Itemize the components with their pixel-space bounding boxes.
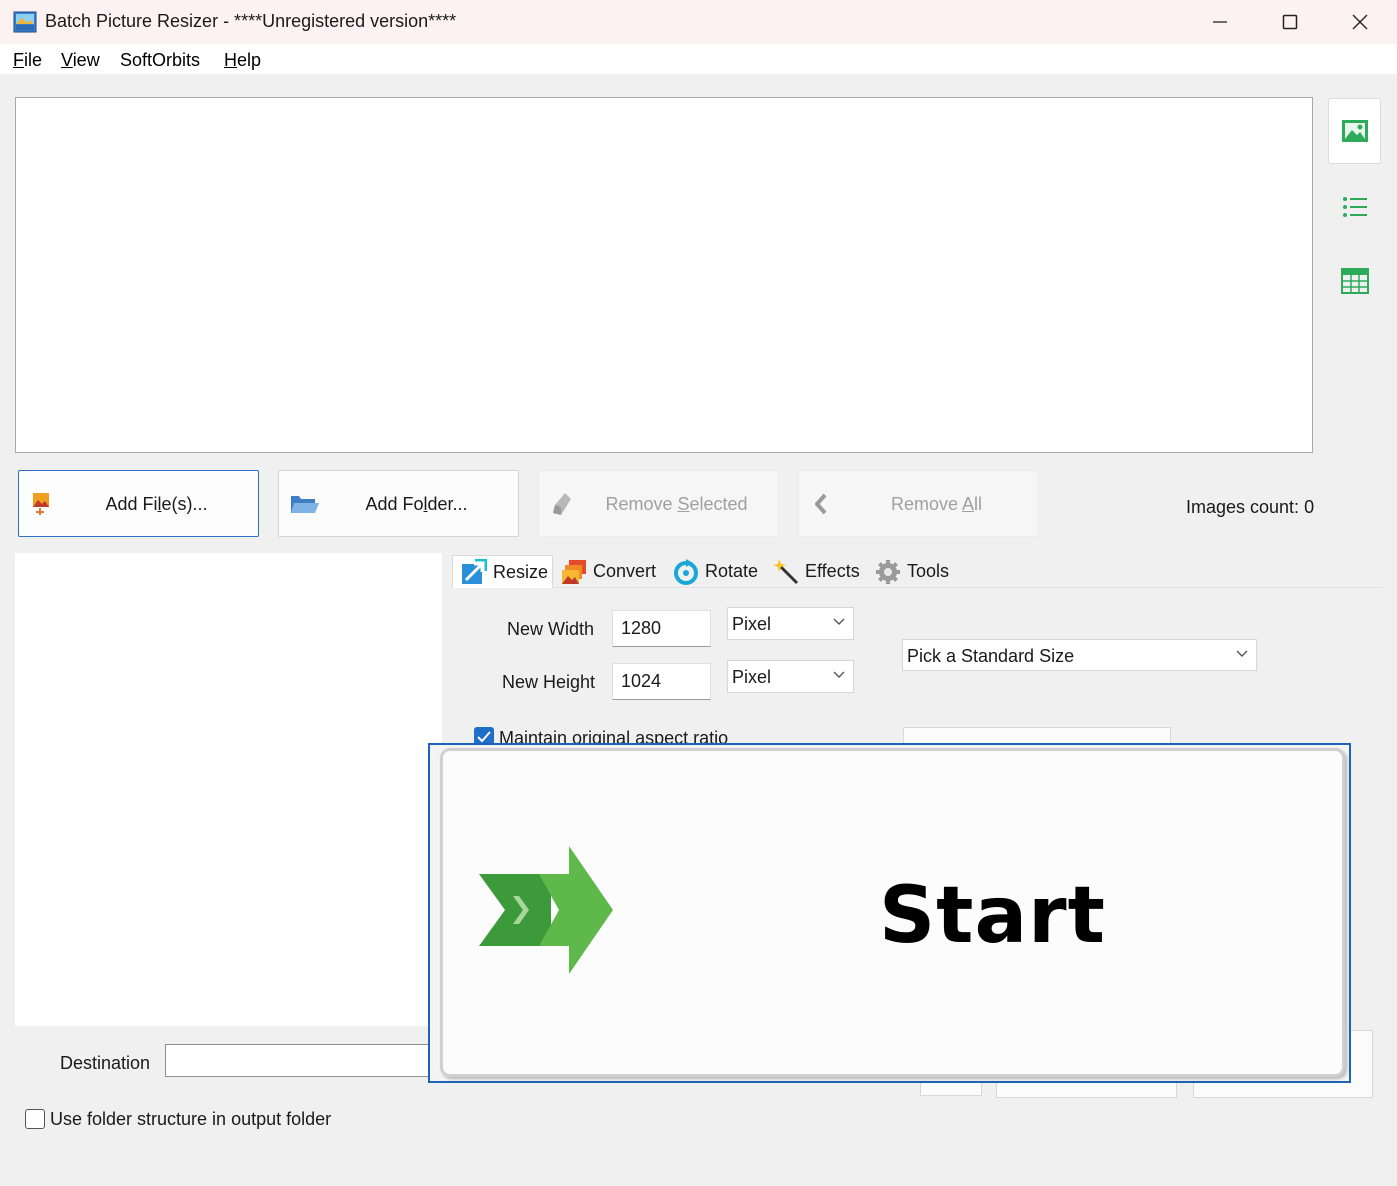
folder-structure-checkbox[interactable] xyxy=(25,1109,45,1129)
minimize-icon xyxy=(1213,21,1227,23)
new-height-label: New Height xyxy=(502,672,596,692)
new-width-input[interactable]: 1280 xyxy=(612,610,711,647)
maximize-icon xyxy=(1282,14,1298,30)
folder-structure-label: Use folder structure in output folder xyxy=(50,1109,332,1129)
tab-rotate-label: Rotate xyxy=(705,561,759,581)
standard-size-value: Pick a Standard Size xyxy=(907,646,1075,666)
table-icon xyxy=(1340,268,1369,294)
minimize-button[interactable] xyxy=(1185,0,1255,44)
effects-icon xyxy=(773,558,799,584)
start-button-frame: Start xyxy=(428,743,1351,1083)
images-count: Images count: 0 xyxy=(1186,497,1315,517)
tab-rotate[interactable]: Rotate xyxy=(665,555,765,588)
height-unit-select[interactable]: Pixel xyxy=(727,660,854,693)
standard-size-select[interactable]: Pick a Standard Size xyxy=(902,639,1257,671)
menu-help[interactable]: Help xyxy=(224,50,261,71)
start-button[interactable]: Start xyxy=(440,748,1345,1077)
maximize-button[interactable] xyxy=(1255,0,1325,44)
thumbnails-view-button[interactable] xyxy=(1328,98,1381,164)
remove-selected-label: Remove Selected xyxy=(605,494,748,514)
thumbnails-icon xyxy=(1341,120,1368,142)
close-icon xyxy=(1352,14,1368,30)
tab-tools-label: Tools xyxy=(907,561,950,581)
rotate-icon xyxy=(674,558,698,585)
tab-convert[interactable]: Convert xyxy=(553,555,663,588)
new-height-input[interactable]: 1024 xyxy=(612,663,711,700)
convert-icon xyxy=(562,559,586,584)
list-icon xyxy=(1342,197,1367,217)
add-files-button[interactable]: Add File(s)... xyxy=(18,470,259,537)
remove-all-button[interactable]: Remove All xyxy=(798,470,1039,537)
tab-effects-label: Effects xyxy=(805,561,860,581)
remove-selected-button[interactable]: Remove Selected xyxy=(538,470,779,537)
tab-resize[interactable]: Resize xyxy=(452,555,553,588)
start-label: Start xyxy=(879,871,1106,961)
tab-convert-label: Convert xyxy=(593,561,657,581)
menu-softorbits[interactable]: SoftOrbits xyxy=(120,50,200,71)
close-button[interactable] xyxy=(1325,0,1395,44)
add-folder-button[interactable]: Add Folder... xyxy=(278,470,519,537)
tab-resize-label: Resize xyxy=(493,561,549,582)
tab-tools[interactable]: Tools xyxy=(867,555,957,588)
list-view-button[interactable] xyxy=(1328,174,1381,240)
start-arrow-icon xyxy=(479,846,613,974)
menu-file[interactable]: File xyxy=(13,50,42,71)
chevron-down-icon xyxy=(833,618,845,625)
window-title: Batch Picture Resizer - ****Unregistered… xyxy=(45,11,457,31)
destination-input[interactable] xyxy=(165,1044,435,1077)
menu-view[interactable]: View xyxy=(61,50,100,71)
add-folder-label: Add Folder... xyxy=(365,494,468,514)
width-unit-select[interactable]: Pixel xyxy=(727,607,854,640)
height-unit-value: Pixel xyxy=(732,667,772,687)
table-view-button[interactable] xyxy=(1328,248,1381,314)
destination-label: Destination xyxy=(60,1053,151,1073)
image-list[interactable] xyxy=(15,97,1313,453)
preview-panel xyxy=(15,553,442,1026)
chevron-down-icon xyxy=(833,671,845,678)
resize-icon xyxy=(462,559,487,584)
menu-bar xyxy=(0,44,1397,74)
tab-effects[interactable]: Effects xyxy=(765,555,867,588)
width-unit-value: Pixel xyxy=(732,614,772,634)
add-files-label: Add File(s)... xyxy=(105,494,208,514)
new-width-label: New Width xyxy=(507,619,595,639)
tools-icon xyxy=(876,559,900,584)
remove-all-label: Remove All xyxy=(890,494,983,514)
app-icon xyxy=(13,11,37,33)
chevron-down-icon xyxy=(1236,650,1248,657)
